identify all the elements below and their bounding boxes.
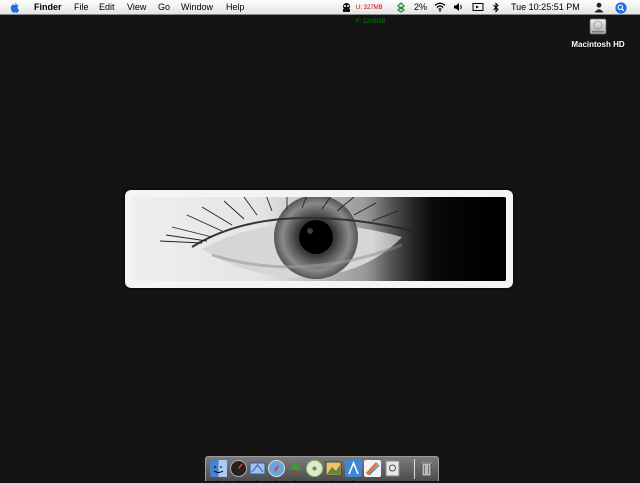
safari-compass-icon: [268, 460, 285, 477]
dock-separator: [414, 459, 415, 479]
menu-window[interactable]: Window: [181, 0, 213, 14]
eye-banner-frame: [125, 190, 513, 288]
spotlight-icon[interactable]: [615, 0, 627, 14]
menu-file[interactable]: File: [74, 0, 89, 14]
trash-icon: [421, 462, 432, 477]
dock-item-mail[interactable]: [249, 460, 266, 483]
menu-app-finder[interactable]: Finder: [34, 0, 62, 14]
memory-used: U: 327MB: [356, 5, 383, 11]
memory-monitor-icon[interactable]: [341, 0, 352, 14]
display-mirror-icon[interactable]: [472, 0, 484, 14]
tracker-icon[interactable]: [396, 0, 406, 14]
menu-edit[interactable]: Edit: [99, 0, 115, 14]
pen-nib-icon: [345, 460, 362, 477]
wifi-icon[interactable]: [434, 0, 446, 14]
dock-item-preview[interactable]: [384, 460, 401, 483]
dock-item-finder[interactable]: [210, 460, 227, 483]
eye-illustration: [159, 197, 506, 281]
tree-app-icon: [290, 461, 301, 476]
memory-free: F: 1209MB: [356, 19, 386, 25]
battery-percent[interactable]: 2%: [414, 0, 427, 14]
dock-item-safari[interactable]: [268, 460, 285, 483]
dashboard-icon: [230, 460, 247, 477]
dock-item-trash[interactable]: [418, 460, 435, 477]
desktop-icon-label: Macintosh HD: [571, 40, 625, 49]
menu-bar: Finder File Edit View Go Window Help U: …: [0, 0, 640, 25]
dock-item-utility[interactable]: [287, 460, 304, 483]
volume-icon[interactable]: [453, 0, 464, 14]
apple-menu[interactable]: [10, 0, 20, 14]
preview-icon: [385, 460, 400, 477]
finder-icon: [210, 460, 227, 477]
user-icon[interactable]: [594, 0, 604, 14]
menu-help[interactable]: Help: [226, 0, 245, 14]
dock-item-itunes[interactable]: [306, 460, 323, 477]
dock-item-dashboard[interactable]: [230, 460, 247, 483]
dock-item-editor[interactable]: [345, 460, 362, 483]
eye-artwork: [132, 197, 506, 281]
mail-icon: [249, 462, 266, 475]
dock-item-iphoto[interactable]: [325, 460, 342, 483]
dock-item-drawing[interactable]: [364, 460, 381, 477]
itunes-cd-icon: [306, 460, 323, 477]
dock: [205, 456, 439, 483]
menu-view[interactable]: View: [127, 0, 146, 14]
hard-drive-icon: [589, 18, 607, 35]
drawing-icon: [364, 460, 381, 477]
apple-icon: [10, 2, 20, 13]
memory-readout[interactable]: U: 327MB F: 1209MB: [356, 1, 385, 25]
desktop-icon-macintosh-hd[interactable]: Macintosh HD: [571, 18, 625, 49]
photo-icon: [325, 461, 342, 476]
bluetooth-icon[interactable]: [492, 0, 500, 14]
menu-go[interactable]: Go: [158, 0, 170, 14]
clock[interactable]: Tue 10:25:51 PM: [511, 0, 580, 14]
